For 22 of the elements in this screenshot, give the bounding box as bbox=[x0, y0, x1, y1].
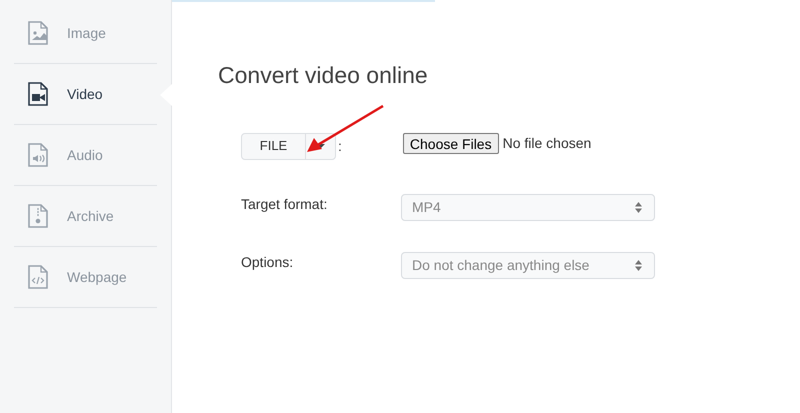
sidebar-item[interactable]: Video bbox=[14, 64, 157, 125]
video-file-icon bbox=[28, 82, 48, 106]
sort-arrows-icon bbox=[635, 260, 642, 271]
colon-text: : bbox=[338, 136, 342, 156]
choose-files-button[interactable]: Choose Files bbox=[402, 133, 499, 154]
sidebar-item[interactable]: Webpage bbox=[14, 247, 157, 308]
file-source-dropdown[interactable]: FILE bbox=[241, 132, 336, 160]
file-button[interactable]: FILE bbox=[242, 134, 306, 158]
audio-file-icon bbox=[28, 143, 48, 167]
select-field[interactable]: Do not change anything else bbox=[401, 252, 655, 279]
file-status-text: No file chosen bbox=[502, 134, 592, 153]
page-title: Convert video online bbox=[218, 61, 429, 90]
sort-arrows-icon bbox=[635, 202, 642, 213]
field-label: Target format: bbox=[241, 194, 328, 214]
webpage-file-icon bbox=[28, 265, 48, 289]
sidebar-item[interactable]: Audio bbox=[14, 125, 157, 186]
sidebar-item[interactable]: Image bbox=[14, 3, 157, 64]
field-label: Options: bbox=[241, 252, 294, 272]
select-field[interactable]: MP4 bbox=[401, 194, 655, 221]
archive-file-icon bbox=[28, 204, 48, 228]
image-file-icon bbox=[28, 21, 48, 45]
sidebar-item[interactable]: Archive bbox=[14, 186, 157, 247]
